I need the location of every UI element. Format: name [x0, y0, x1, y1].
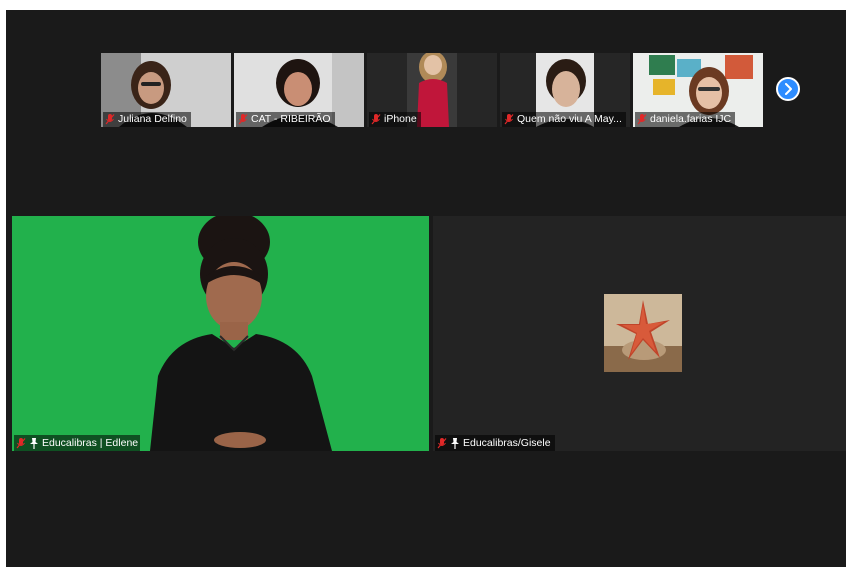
participant-name: Juliana Delfino — [118, 113, 187, 125]
zoom-meeting-window: Juliana Delfino CAT - RIBEIRÃO iPhone Qu… — [6, 10, 846, 567]
participant-tile-quem-nao-viu[interactable]: Quem não viu A May... — [500, 53, 630, 127]
participant-name-label: Juliana Delfino — [103, 112, 191, 127]
mic-muted-icon — [371, 114, 381, 125]
next-participants-button[interactable] — [776, 77, 800, 101]
video-tile-gisele[interactable]: Educalibras/Gisele — [433, 216, 846, 451]
avatar — [604, 294, 682, 372]
mic-muted-icon — [16, 437, 26, 449]
mic-muted-icon — [637, 114, 647, 125]
mic-muted-icon — [238, 114, 248, 125]
participant-name-label: CAT - RIBEIRÃO — [236, 112, 335, 127]
participant-name-label: Educalibras | Edlene Silva — [14, 435, 140, 451]
participant-name-label: daniela.farias IJC — [635, 112, 736, 127]
participant-name-label: Quem não viu A May... — [502, 112, 626, 127]
mic-muted-icon — [437, 437, 447, 449]
pin-icon — [29, 437, 39, 449]
participant-tile-cat-ribeirao[interactable]: CAT - RIBEIRÃO — [234, 53, 364, 127]
participant-name: CAT - RIBEIRÃO — [251, 113, 331, 125]
participant-tile-daniela[interactable]: daniela.farias IJC — [633, 53, 763, 127]
participant-video-edlene — [12, 216, 429, 451]
participant-tile-iphone[interactable]: iPhone — [367, 53, 497, 127]
participant-tile-juliana[interactable]: Juliana Delfino — [101, 53, 231, 127]
participant-name-label: iPhone — [369, 112, 421, 127]
video-tile-edlene[interactable]: Educalibras | Edlene Silva — [12, 216, 429, 451]
mic-muted-icon — [105, 114, 115, 125]
participant-name-label: Educalibras/Gisele — [435, 435, 555, 451]
participant-name: Quem não viu A May... — [517, 113, 622, 125]
chevron-right-icon — [785, 83, 792, 95]
starfish-avatar-image — [604, 294, 682, 372]
participant-name: Educalibras/Gisele — [463, 437, 551, 449]
participant-name: daniela.farias IJC — [650, 113, 732, 125]
mic-muted-icon — [504, 114, 514, 125]
pin-icon — [450, 437, 460, 449]
participant-name: Educalibras | Edlene Silva — [42, 437, 140, 449]
participant-name: iPhone — [384, 113, 417, 125]
